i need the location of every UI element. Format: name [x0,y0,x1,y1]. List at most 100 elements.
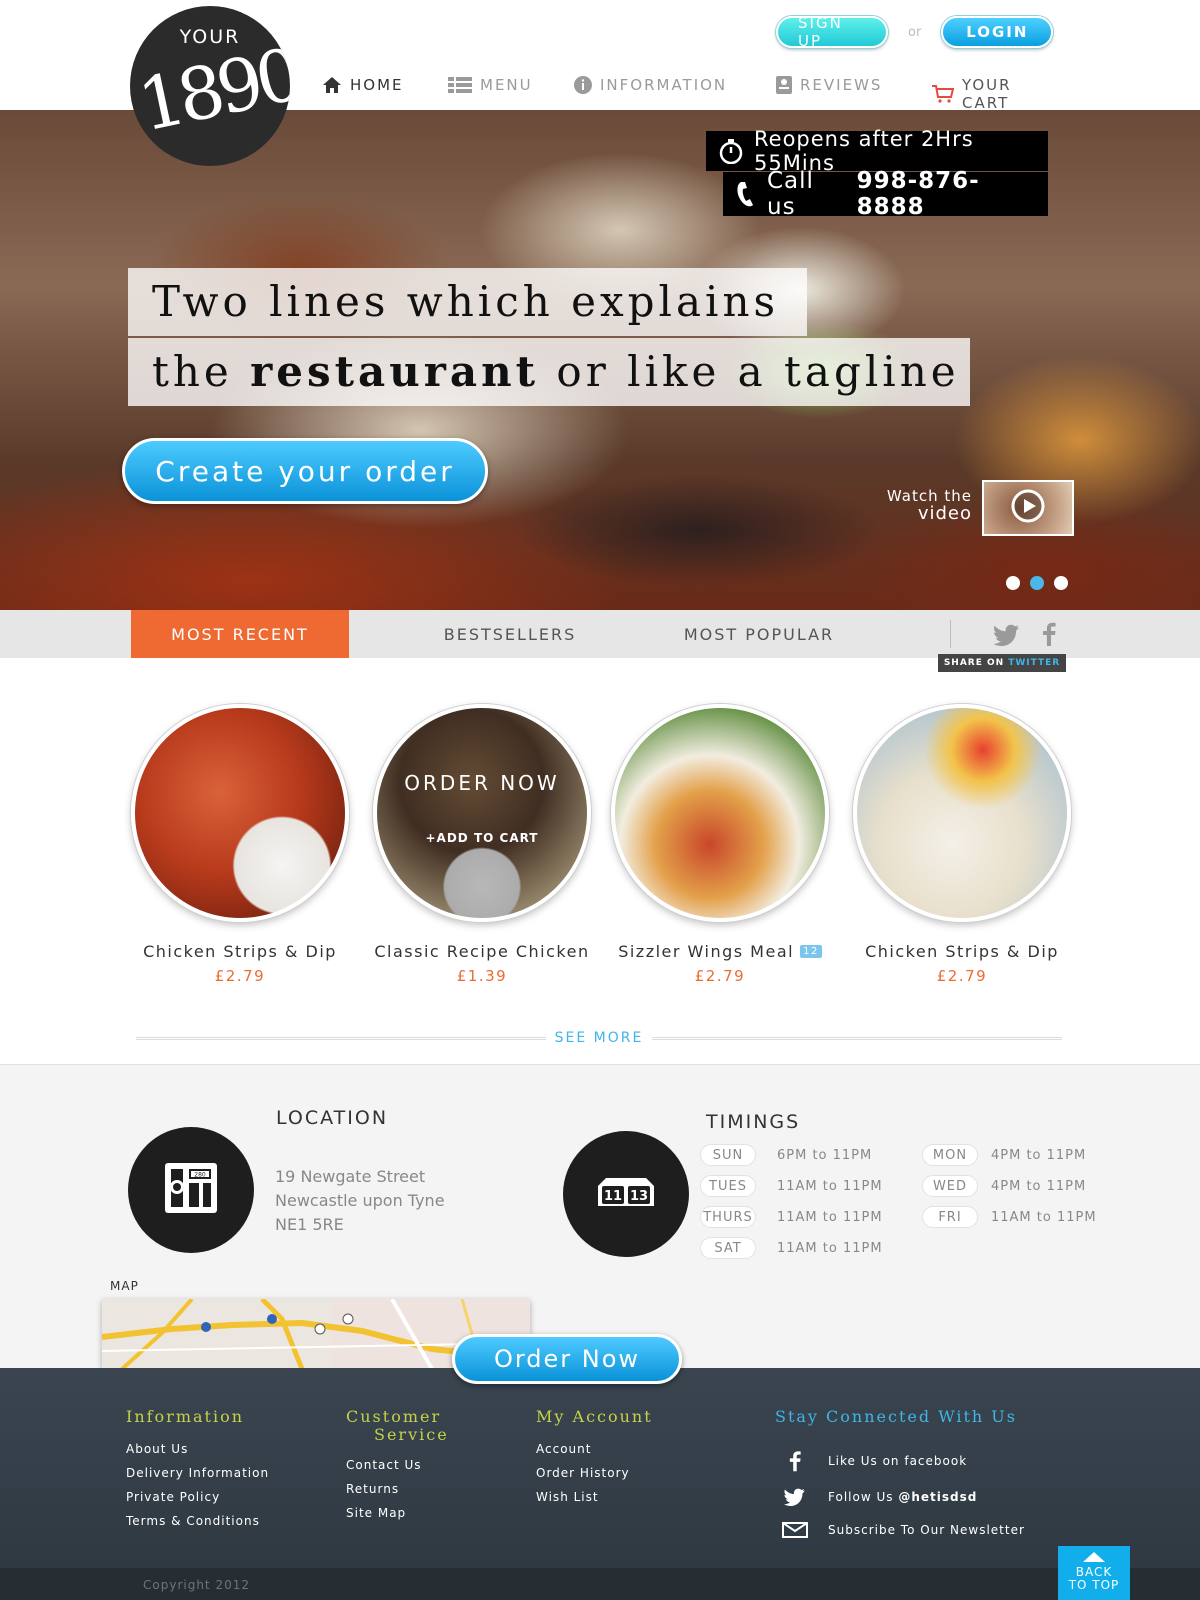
day-pill: SUN [700,1144,756,1166]
add-to-cart-link[interactable]: +ADD TO CART [426,831,539,845]
see-more-link[interactable]: SEE MORE [546,1030,652,1046]
arrow-up-icon [1083,1552,1105,1562]
back-to-top-line-2: TO TOP [1068,1578,1120,1592]
footer-link-order-history[interactable]: Order History [536,1466,653,1480]
footer-link-returns[interactable]: Returns [346,1482,449,1496]
footer-link-account[interactable]: Account [536,1442,653,1456]
timings-title: TIMINGS [706,1111,801,1133]
tabs-divider [950,620,951,648]
tab-bestsellers[interactable]: BESTSELLERS [400,610,620,658]
nav-reviews[interactable]: REVIEWS [776,76,882,94]
product-name-text: Chicken Strips & Dip [865,942,1059,961]
day-pill: THURS [700,1206,756,1228]
info-icon [574,76,592,94]
nav-information[interactable]: INFORMATION [574,76,727,94]
map-pin-icon: 280 [163,1161,219,1219]
newsletter-link-text: Subscribe To Our Newsletter [828,1523,1025,1537]
svg-text:13: 13 [630,1189,648,1204]
order-overlay[interactable]: ORDER NOW +ADD TO CART [377,708,587,918]
hours-text: 4PM to 11PM [991,1148,1087,1163]
hours-text: 11AM to 11PM [777,1179,883,1194]
info-section: 280 LOCATION 19 Newgate Street Newcastle… [0,1064,1200,1369]
home-icon [322,76,342,94]
product-image[interactable] [611,704,829,922]
twitter-link-text: Follow Us @hetisdsd [828,1490,977,1504]
social-twitter[interactable]: Follow Us @hetisdsd [780,1488,977,1506]
slider-dot-2[interactable] [1030,576,1044,590]
facebook-icon[interactable] [1042,622,1056,650]
day-pill: WED [922,1175,978,1197]
order-now-button[interactable]: Order Now [452,1334,682,1384]
logo-number: 1890 [131,32,290,148]
back-to-top-button[interactable]: BACK TO TOP [1058,1546,1130,1600]
location-badge: 280 [128,1127,254,1253]
product-card[interactable]: Sizzler Wings Meal 12 £2.79 [600,704,840,985]
video-thumbnail[interactable] [982,480,1074,536]
twitter-handle: @hetisdsd [898,1490,978,1504]
call-us-box[interactable]: Call us 998-876-8888 [723,168,1048,220]
day-pill: FRI [922,1206,978,1228]
slider-dot-1[interactable] [1006,576,1020,590]
watch-line-2: video [917,503,972,524]
footer-link-terms[interactable]: Terms & Conditions [126,1514,269,1528]
auth-buttons: SIGN UP or LOGIN [776,14,1054,50]
timings-badge: 11 13 [563,1131,689,1257]
tab-most-popular[interactable]: MOST POPULAR [650,610,868,658]
product-name-text: Chicken Strips & Dip [143,942,337,961]
product-image[interactable] [853,704,1071,922]
tagline-line-2-post: or like a tagline [539,347,960,396]
day-pill: TUES [700,1175,756,1197]
address-line-3: NE1 5RE [275,1215,344,1234]
product-name-text: Sizzler Wings Meal [618,942,795,961]
footer-my-account-title: My Account [536,1407,653,1426]
twitter-icon[interactable] [993,624,1020,650]
hours-text: 11AM to 11PM [777,1241,883,1256]
footer-link-delivery[interactable]: Delivery Information [126,1466,269,1480]
social-facebook[interactable]: Like Us on facebook [780,1450,967,1472]
site-footer: Information About Us Delivery Informatio… [0,1368,1200,1568]
site-logo[interactable]: YOUR 1890 [130,6,290,166]
nav-cart[interactable]: YOUR CART [932,76,1060,112]
product-image[interactable]: ORDER NOW +ADD TO CART [373,704,591,922]
nav-home[interactable]: HOME [322,76,404,94]
footer-link-contact[interactable]: Contact Us [346,1458,449,1472]
tagline-line-2-bold: restaurant [250,347,540,396]
products-section: Chicken Strips & Dip £2.79 ORDER NOW +AD… [0,658,1200,1064]
order-now-overlay-label[interactable]: ORDER NOW [404,771,559,795]
login-button[interactable]: LOGIN [941,16,1054,48]
product-tabs: MOST RECENT BESTSELLERS MOST POPULAR [0,610,1200,658]
social-newsletter[interactable]: Subscribe To Our Newsletter [780,1522,1025,1538]
product-card[interactable]: Chicken Strips & Dip £2.79 [842,704,1082,985]
create-order-button[interactable]: Create your order [122,438,488,504]
product-card[interactable]: ORDER NOW +ADD TO CART Classic Recipe Ch… [362,704,602,985]
address-line-2: Newcastle upon Tyne [275,1191,445,1210]
footer-link-privacy[interactable]: Private Policy [126,1490,269,1504]
footer-link-about[interactable]: About Us [126,1442,269,1456]
location-title: LOCATION [276,1107,389,1129]
see-more-row: SEE MORE [136,1030,1062,1046]
tagline-line-2-pre: the [152,347,251,396]
facebook-icon [780,1450,810,1472]
nav-menu[interactable]: MENU [448,76,533,94]
slider-dot-3[interactable] [1054,576,1068,590]
hours-text: 4PM to 11PM [991,1179,1087,1194]
call-us-label: Call us [767,168,814,220]
stopwatch-icon [718,138,744,164]
product-image[interactable] [131,704,349,922]
product-card[interactable]: Chicken Strips & Dip £2.79 [120,704,360,985]
nav-cart-label: YOUR CART [962,76,1012,112]
reviews-icon [776,76,792,94]
product-name: Sizzler Wings Meal 12 [600,942,840,961]
flip-clock-icon: 11 13 [594,1174,658,1214]
hero-banner: Reopens after 2Hrs 55Mins Call us 998-87… [0,110,1200,610]
copyright-text: Copyright 2012 [143,1578,250,1592]
footer-link-sitemap[interactable]: Site Map [346,1506,449,1520]
footer-link-wish-list[interactable]: Wish List [536,1490,653,1504]
tab-most-recent[interactable]: MOST RECENT [131,610,349,658]
phone-number: 998-876-8888 [856,168,980,220]
see-more-line-right [652,1037,1062,1040]
footer-stay-connected-title: Stay Connected With Us [775,1407,1017,1426]
product-name: Chicken Strips & Dip [842,942,1082,961]
or-separator: or [908,24,922,40]
sign-up-button[interactable]: SIGN UP [776,14,888,50]
